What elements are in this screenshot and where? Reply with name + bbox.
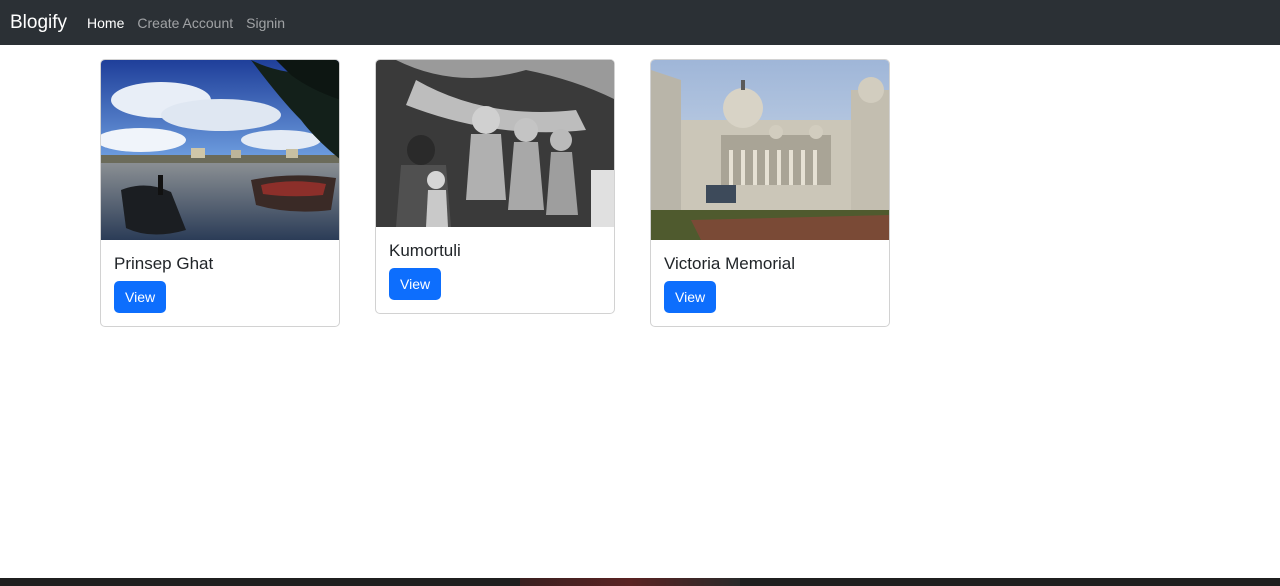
nav-link-home[interactable]: Home (87, 15, 124, 31)
view-button[interactable]: View (389, 268, 442, 300)
os-taskbar-edge (0, 578, 1280, 586)
blog-card-kumortuli: Kumortuli View (375, 59, 615, 314)
view-button[interactable]: View (114, 281, 167, 313)
top-navbar: Blogify Home Create Account Signin (0, 0, 1280, 45)
card-title: Prinsep Ghat (114, 254, 214, 273)
blog-card-prinsep-ghat: Prinsep Ghat View (100, 59, 340, 327)
card-image-riverside (101, 60, 339, 240)
brand-logo[interactable]: Blogify (10, 12, 67, 34)
taskbar-highlight (520, 578, 740, 586)
blog-card-victoria-memorial: Victoria Memorial View (650, 59, 890, 327)
card-title: Victoria Memorial (664, 254, 796, 273)
nav-link-signin[interactable]: Signin (246, 15, 285, 31)
card-image-clay-idols (376, 60, 614, 227)
card-title: Kumortuli (389, 241, 461, 260)
nav-link-create-account[interactable]: Create Account (137, 15, 233, 31)
card-image-marble-monument (651, 60, 889, 240)
view-button[interactable]: View (664, 281, 717, 313)
